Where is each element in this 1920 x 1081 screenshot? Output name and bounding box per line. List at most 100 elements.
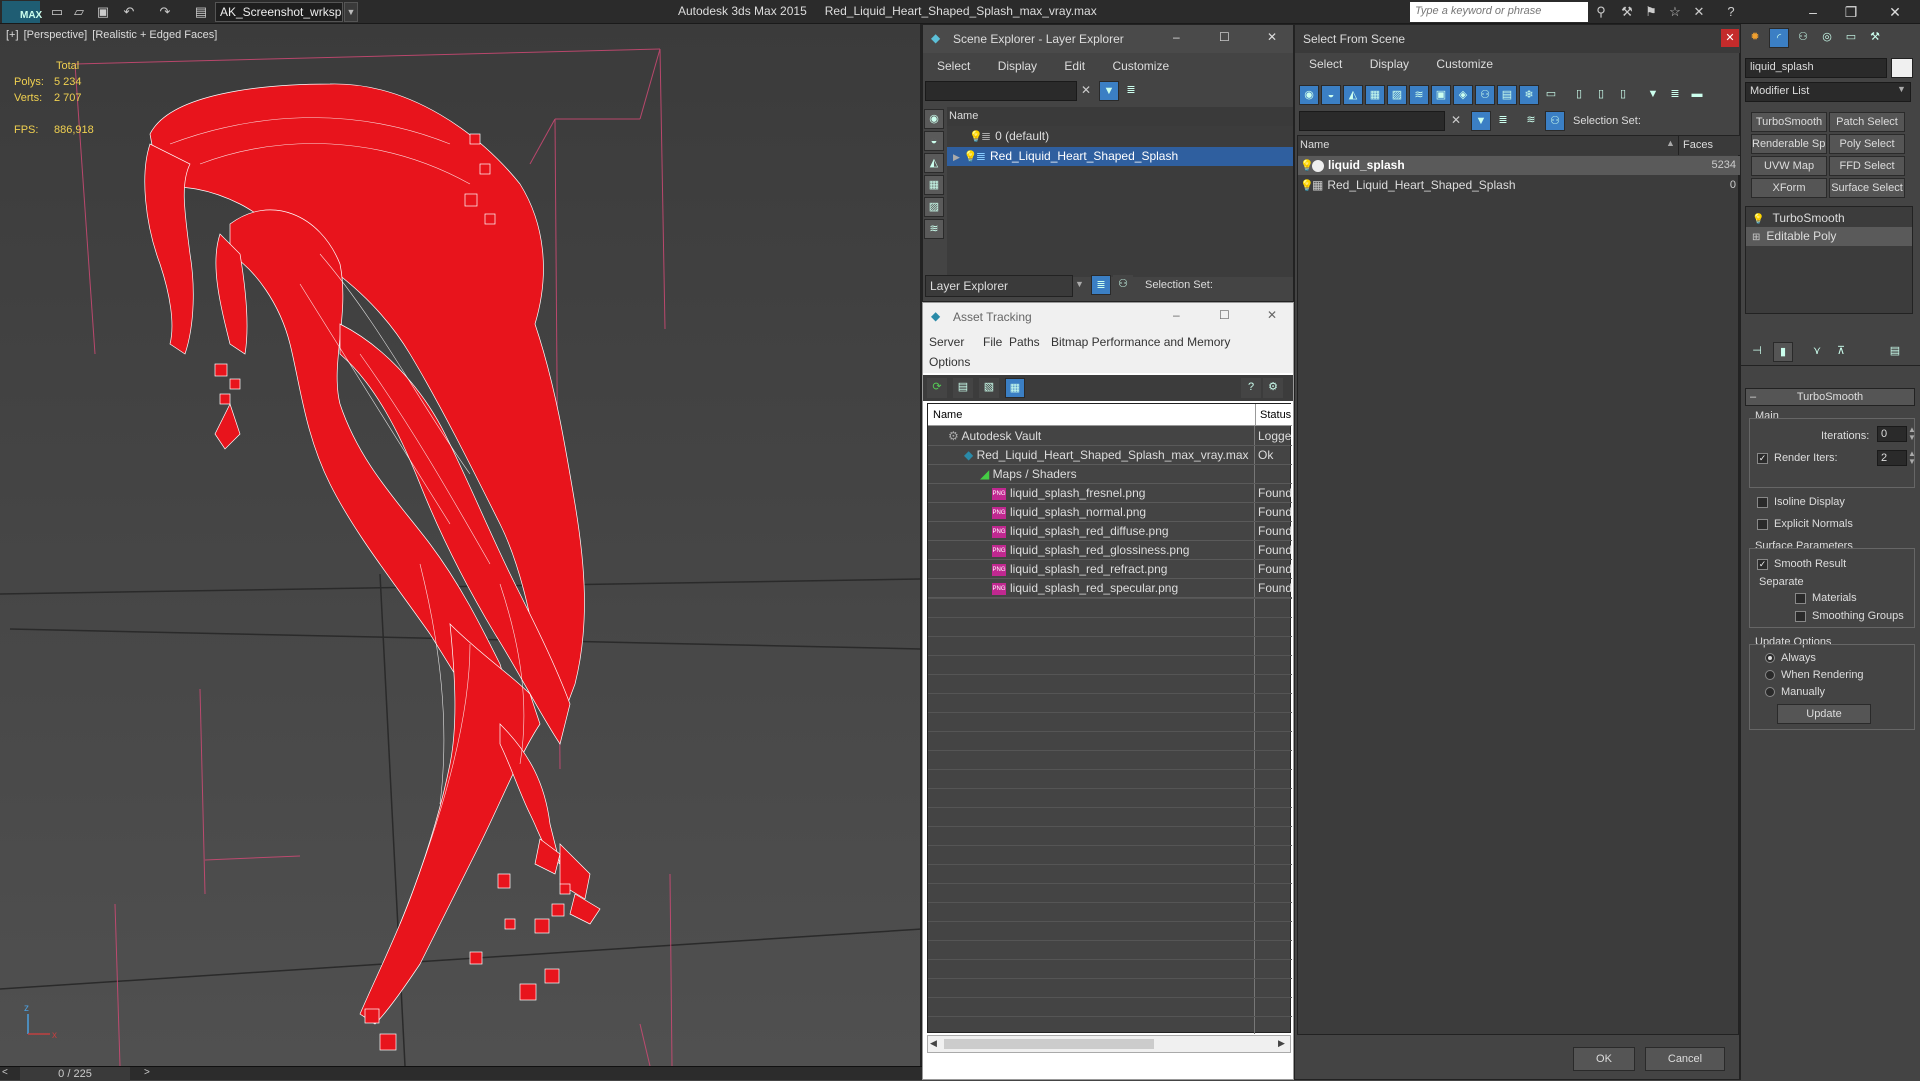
favorites-icon[interactable]: ☆: [1666, 3, 1684, 21]
display-helpers-icon[interactable]: ≋: [924, 219, 944, 239]
layer-toggle-icon[interactable]: ≋: [1521, 111, 1541, 131]
time-slider[interactable]: < 0 / 225 >: [0, 1066, 922, 1081]
display-bones-icon[interactable]: ⚇: [1475, 85, 1495, 105]
asset-row[interactable]: PNG liquid_splash_fresnel.png Found: [928, 484, 1292, 503]
select-from-scene-titlebar[interactable]: Select From Scene ✕: [1295, 25, 1741, 53]
prev-frame-icon[interactable]: <: [2, 1067, 8, 1078]
light-bulb-icon[interactable]: 💡: [969, 128, 983, 147]
hierarchy-tab-icon[interactable]: ⚇: [1793, 28, 1813, 48]
layer-row-default[interactable]: 💡≣ 0 (default): [947, 127, 1293, 146]
filter-icon[interactable]: ▼: [1471, 111, 1491, 131]
object-name-field[interactable]: liquid_splash: [1745, 58, 1887, 78]
display-all-icon[interactable]: ◉: [924, 109, 944, 129]
render-iters-spinner[interactable]: 2: [1877, 450, 1907, 466]
minimize-button[interactable]: –: [1794, 0, 1832, 24]
refresh-icon[interactable]: ⟳: [927, 378, 947, 398]
asset-row[interactable]: ◆ Red_Liquid_Heart_Shaped_Splash_max_vra…: [928, 446, 1292, 465]
light-bulb-icon[interactable]: 💡: [1300, 177, 1314, 196]
patch-select-button[interactable]: Patch Select: [1829, 112, 1905, 132]
close-button[interactable]: ✕: [1876, 0, 1914, 24]
communication-icon[interactable]: ⚑: [1642, 3, 1660, 21]
uvw-map-button[interactable]: UVW Map: [1751, 156, 1827, 176]
column-faces-header[interactable]: Faces: [1678, 136, 1740, 155]
new-file-icon[interactable]: ▭: [48, 3, 66, 21]
turbosmooth-rollout-header[interactable]: – TurboSmooth: [1745, 388, 1915, 406]
smooth-result-checkbox[interactable]: ✓: [1757, 558, 1768, 570]
perspective-viewport[interactable]: z x [+] [Perspective] [Realistic + Edged…: [0, 24, 922, 1066]
menu-display[interactable]: Display: [1370, 57, 1409, 71]
asset-row[interactable]: PNG liquid_splash_red_diffuse.png Found: [928, 522, 1292, 541]
tools-icon[interactable]: ✕: [1690, 3, 1708, 21]
display-geometry-icon[interactable]: ◒: [924, 131, 944, 151]
display-shapes-icon[interactable]: ◒: [1321, 85, 1341, 105]
restore-button[interactable]: ❐: [1832, 0, 1870, 24]
hierarchy-view-icon[interactable]: ⚇: [1113, 275, 1133, 295]
configure-sets-icon[interactable]: ▤: [1885, 342, 1905, 362]
modifier-list-dropdown[interactable]: Modifier List: [1745, 82, 1911, 102]
filter-icon[interactable]: ▼: [1099, 81, 1119, 101]
menu-select[interactable]: Select: [1309, 57, 1342, 71]
menu-file[interactable]: File: [983, 335, 1002, 349]
close-icon[interactable]: ✕: [1267, 308, 1277, 322]
asset-row[interactable]: PNG liquid_splash_red_specular.png Found: [928, 579, 1292, 598]
next-frame-icon[interactable]: >: [144, 1067, 150, 1078]
expand-icon[interactable]: ⊞: [1752, 232, 1760, 243]
app-logo[interactable]: MAX: [2, 1, 42, 23]
asset-row[interactable]: PNG liquid_splash_red_glossiness.png Found: [928, 541, 1292, 560]
stack-item-editable-poly[interactable]: ⊞ Editable Poly: [1746, 227, 1912, 246]
isoline-checkbox[interactable]: [1757, 496, 1768, 508]
layer-view-icon[interactable]: ≣: [1091, 275, 1111, 295]
viewport-shading-label[interactable]: [Realistic + Edged Faces]: [92, 29, 217, 41]
display-hidden-icon[interactable]: ▭: [1541, 85, 1561, 105]
settings-icon[interactable]: ⚙: [1263, 378, 1283, 398]
object-row-liquid-splash[interactable]: 💡 liquid_splash 5234: [1298, 156, 1740, 175]
chevron-down-icon[interactable]: ▼: [1075, 279, 1084, 289]
asset-row[interactable]: PNG liquid_splash_normal.png Found: [928, 503, 1292, 522]
display-frozen-icon[interactable]: ❄: [1519, 85, 1539, 105]
collapse-icon[interactable]: –: [1750, 389, 1756, 405]
display-shapes-icon[interactable]: ◭: [924, 153, 944, 173]
materials-checkbox[interactable]: [1795, 592, 1806, 604]
scene-explorer-titlebar[interactable]: ◆ Scene Explorer - Layer Explorer – ☐ ✕: [923, 25, 1293, 53]
chevron-down-icon[interactable]: ▼: [344, 2, 358, 22]
clear-search-icon[interactable]: ✕: [1081, 83, 1091, 97]
stack-item-turbosmooth[interactable]: 💡 TurboSmooth: [1746, 209, 1912, 228]
collapse-icon[interactable]: ▬: [1687, 85, 1707, 105]
expand-arrow-icon[interactable]: ▶: [953, 152, 960, 162]
display-helpers-icon[interactable]: ▨: [1387, 85, 1407, 105]
display-cameras-icon[interactable]: ▦: [1365, 85, 1385, 105]
display-cameras-icon[interactable]: ▨: [924, 197, 944, 217]
display-xrefs-icon[interactable]: ◈: [1453, 85, 1473, 105]
display-lights-icon[interactable]: ◭: [1343, 85, 1363, 105]
display-spacewarps-icon[interactable]: ≋: [1409, 85, 1429, 105]
menu-bitmap-performance[interactable]: Bitmap Performance and Memory: [1051, 335, 1230, 349]
asset-row[interactable]: ⚙ Autodesk Vault Logged: [928, 427, 1292, 446]
subscription-icon[interactable]: ⚒: [1618, 3, 1636, 21]
thumbnail-view-icon[interactable]: ▧: [979, 378, 999, 398]
renderable-spline-button[interactable]: Renderable Spline: [1751, 134, 1827, 154]
object-color-swatch[interactable]: [1891, 58, 1913, 78]
maximize-icon[interactable]: ☐: [1219, 30, 1230, 44]
close-icon[interactable]: ✕: [1267, 30, 1277, 44]
project-folder-icon[interactable]: ▤: [192, 3, 210, 21]
ffd-select-button[interactable]: FFD Select: [1829, 156, 1905, 176]
surface-select-button[interactable]: Surface Select: [1829, 178, 1905, 198]
minimize-icon[interactable]: –: [1173, 30, 1180, 44]
utilities-tab-icon[interactable]: ⚒: [1865, 28, 1885, 48]
asset-tracking-titlebar[interactable]: ◆ Asset Tracking – ☐ ✕: [923, 303, 1293, 331]
hierarchy-toggle-icon[interactable]: ⚇: [1545, 111, 1565, 131]
menu-server[interactable]: Server: [929, 335, 964, 349]
light-bulb-icon[interactable]: 💡: [964, 148, 978, 167]
menu-customize[interactable]: Customize: [1112, 59, 1169, 73]
options-icon[interactable]: ≣: [1493, 111, 1513, 131]
motion-tab-icon[interactable]: ◎: [1817, 28, 1837, 48]
chevron-down-icon[interactable]: ▼: [1897, 84, 1906, 94]
horizontal-scrollbar[interactable]: ◀ ▶: [927, 1035, 1291, 1053]
column-name-header[interactable]: Name: [1298, 136, 1678, 155]
maximize-icon[interactable]: ☐: [1219, 308, 1230, 322]
select-none-icon[interactable]: ▯: [1591, 85, 1611, 105]
redo-icon[interactable]: ↷: [156, 3, 174, 21]
object-row-heart-splash[interactable]: 💡▦ Red_Liquid_Heart_Shaped_Splash 0: [1298, 176, 1740, 195]
turbosmooth-button[interactable]: TurboSmooth: [1751, 112, 1827, 132]
when-rendering-radio[interactable]: [1765, 670, 1775, 681]
